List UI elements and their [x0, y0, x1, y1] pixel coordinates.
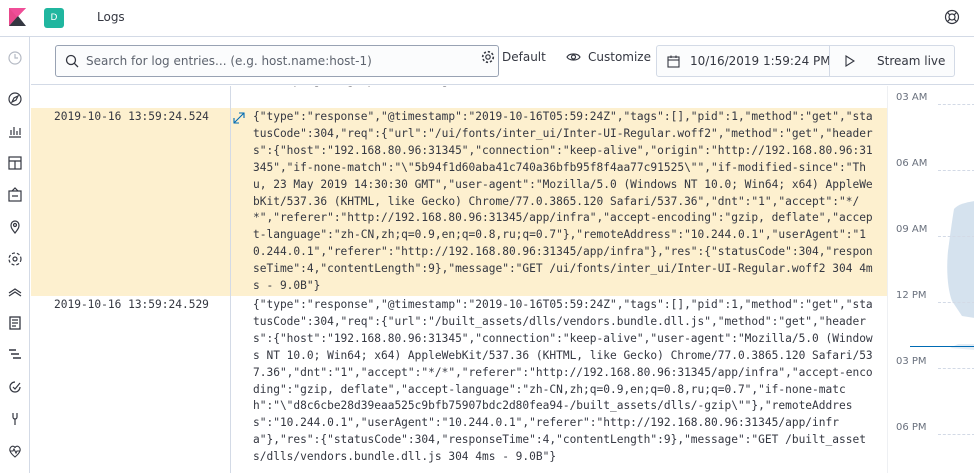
timeline-tick: 06 PM [896, 422, 927, 433]
visualize-icon[interactable] [6, 122, 24, 140]
timeline-gridline [938, 236, 974, 237]
log-entry[interactable]: ra"},"res":{"statusCode":304,"responseTi… [31, 86, 887, 109]
apm-icon[interactable] [6, 346, 24, 364]
expand-icon[interactable] [233, 112, 245, 124]
uptime-icon[interactable] [6, 378, 24, 396]
recent-icon[interactable] [6, 49, 24, 67]
stream-live-button[interactable]: Stream live [845, 54, 945, 68]
timeline-tick: 03 PM [896, 356, 927, 367]
dashboard-icon[interactable] [6, 154, 24, 172]
timeline-gridline [938, 434, 974, 435]
default-button[interactable]: Default [481, 50, 546, 64]
maps-icon[interactable] [6, 218, 24, 236]
eye-icon [566, 53, 581, 61]
gear-icon [481, 50, 495, 64]
kibana-logo-icon[interactable] [6, 6, 28, 28]
canvas-icon[interactable] [6, 186, 24, 204]
log-entry[interactable]: 2019-10-16 13:59:24.529 {"type":"respons… [31, 296, 887, 473]
play-icon [845, 55, 855, 67]
timeline-tick: 09 AM [896, 224, 928, 235]
logs-icon[interactable] [6, 314, 24, 332]
log-minimap[interactable]: 03 AM 06 AM 09 AM 12 PM 03 PM 06 PM [887, 86, 974, 473]
message-column-divider [230, 86, 231, 473]
default-label: Default [502, 50, 546, 64]
page-title: Logs [97, 10, 125, 24]
search-box[interactable] [55, 45, 499, 77]
help-icon[interactable] [944, 9, 960, 25]
customize-button[interactable]: Customize [566, 50, 651, 64]
log-message: ra"},"res":{"statusCode":304,"responseTi… [253, 86, 873, 108]
customize-label: Customize [588, 50, 651, 64]
logs-toolbar: Default Customize 10/16/2019 1:59:24 PM … [31, 37, 974, 85]
timeline-gridline [938, 104, 974, 105]
monitoring-icon[interactable] [6, 442, 24, 460]
log-timestamp: 2019-10-16 13:59:24.524 [54, 110, 209, 123]
stream-live-label: Stream live [877, 54, 946, 68]
timeline-gridline [938, 170, 974, 171]
search-input[interactable] [86, 51, 486, 71]
log-message: {"type":"response","@timestamp":"2019-10… [253, 110, 873, 293]
ml-icon[interactable] [6, 250, 24, 268]
date-value: 10/16/2019 1:59:24 PM [690, 54, 831, 68]
log-timestamp: 2019-10-16 13:59:24.529 [54, 298, 209, 311]
log-message: {"type":"response","@timestamp":"2019-10… [253, 298, 873, 464]
top-header: D Logs [0, 0, 974, 37]
timeline-tick: 12 PM [896, 290, 927, 301]
timeline-tick: 03 AM [896, 92, 928, 103]
date-picker-divider [829, 46, 830, 76]
dev-tools-icon[interactable] [6, 410, 24, 428]
infrastructure-icon[interactable] [6, 282, 24, 300]
timeline-gridline [938, 302, 974, 303]
current-position-marker [910, 346, 974, 347]
calendar-icon [667, 55, 680, 68]
discover-icon[interactable] [6, 90, 24, 108]
side-nav [0, 37, 30, 473]
timeline-gridline [938, 368, 974, 369]
search-icon [65, 54, 79, 68]
log-stream[interactable]: ra"},"res":{"statusCode":304,"responseTi… [31, 86, 887, 473]
log-density-chart [947, 201, 974, 350]
space-avatar[interactable]: D [44, 8, 64, 28]
date-picker: 10/16/2019 1:59:24 PM Stream live [656, 45, 955, 77]
date-picker-button[interactable]: 10/16/2019 1:59:24 PM [667, 54, 831, 68]
log-entry-highlighted[interactable]: 2019-10-16 13:59:24.524 {"type":"respons… [31, 108, 887, 296]
timeline-tick: 06 AM [896, 158, 928, 169]
